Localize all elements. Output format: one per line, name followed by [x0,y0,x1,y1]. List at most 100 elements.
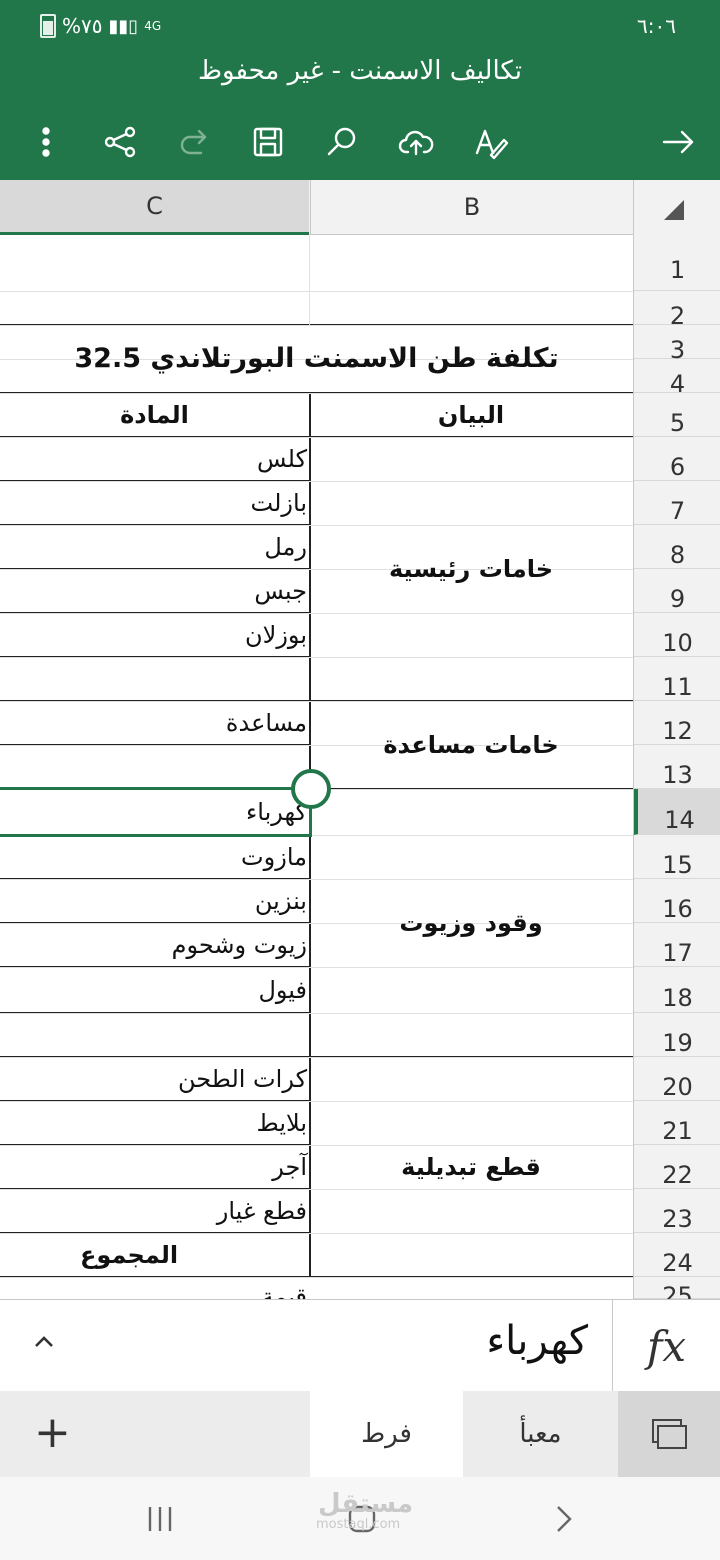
document-title: تكاليف الاسمنت - غير محفوظ [197,56,522,86]
group-label-fuel-oils[interactable]: وقود وزيوت [310,907,632,939]
row-header[interactable]: 13 [634,745,720,789]
grid-line [0,1057,633,1058]
grid-line [0,967,633,968]
cell-item[interactable]: بنزين [255,885,307,917]
row-header[interactable]: 19 [634,1013,720,1057]
grid-line [0,393,633,394]
watermark-logo: مستقل [318,1489,414,1519]
column-header-bar: C B [0,180,720,235]
grid-line [0,1013,633,1014]
fx-icon[interactable]: fx [612,1300,720,1392]
grid-line [0,1101,633,1102]
forward-arrow-icon[interactable] [656,120,700,164]
back-icon[interactable] [544,1499,584,1539]
group-label-spare-parts[interactable]: قطع تبديلية [310,1151,632,1183]
cell-item[interactable]: زيوت وشحوم [172,929,307,961]
row-header[interactable]: 11 [634,657,720,701]
selection-handle[interactable] [291,769,331,809]
status-bar: %٧٥ ▮▮▯ 4G ٦:٠٦ [0,0,720,52]
row-header[interactable]: 22 [634,1145,720,1189]
battery-level: %٧٥ [62,14,103,38]
more-icon[interactable] [24,120,68,164]
cell-item-partial[interactable]: قيمة .... [223,1283,307,1299]
row-header[interactable]: 23 [634,1189,720,1233]
edit-icon[interactable] [468,120,512,164]
cell-item[interactable]: بازلت [251,487,307,519]
row-header[interactable]: 12 [634,701,720,745]
selection-border [0,787,312,837]
row-header[interactable]: 18 [634,967,720,1013]
row-header[interactable]: 17 [634,923,720,967]
row-header[interactable]: 10 [634,613,720,657]
row-header[interactable]: 20 [634,1057,720,1101]
row-header[interactable]: 25 [634,1277,720,1308]
system-nav-bar: مستقل mostaql.com [0,1477,720,1560]
header-cell-c[interactable]: المادة [0,399,309,431]
sheet-tab-bar: + فرط معبأ [0,1391,720,1477]
tab-sheet-active[interactable]: فرط [310,1391,463,1477]
cell-item[interactable]: كرات الطحن [178,1063,307,1095]
row-header[interactable]: 8 [634,525,720,569]
total-label-cell[interactable]: المجموع [80,1239,178,1271]
cell-item[interactable]: كلس [257,443,307,475]
row-header-bar: 1 2 3 4 5 6 7 8 9 10 11 12 13 14 15 16 17 18 19 20 21 22 23 24 2… [633,234,720,1308]
sheet-title-cell[interactable]: تكلفة طن الاسمنت البورتلاندي 32.5 [0,343,633,375]
row-header[interactable]: 1 [634,234,720,291]
row-header[interactable]: 14 [634,789,720,835]
row-header[interactable]: 15 [634,835,720,879]
upload-icon[interactable] [394,120,438,164]
cell-item[interactable]: مازوت [241,841,307,873]
recent-apps-icon[interactable] [140,1499,180,1539]
cell-item[interactable]: جبس [254,575,307,607]
row-header[interactable]: 7 [634,481,720,525]
toolbar [0,110,720,170]
signal-icon: ▮▮▯ [108,15,139,37]
cell-item[interactable]: بوزلان [245,619,307,651]
spreadsheet-grid[interactable]: تكلفة طن الاسمنت البورتلاندي 32.5 البيان… [0,234,633,1299]
cell-item[interactable]: فطع غيار [217,1195,307,1227]
grid-line [0,701,633,702]
row-header[interactable]: 21 [634,1101,720,1145]
grid-line [0,1145,633,1146]
cell-item[interactable]: بلايط [257,1107,307,1139]
grid-line [0,481,633,482]
select-all-corner[interactable] [633,180,720,234]
formula-bar: كهرباء fx [0,1299,720,1393]
row-header[interactable]: 16 [634,879,720,923]
row-header[interactable]: 5 [634,393,720,437]
cell-item[interactable]: مساعدة [226,707,307,739]
network-type: 4G [144,19,162,33]
watermark-url: mostaql.com [316,1517,401,1532]
tab-sheet[interactable]: معبأ [463,1391,618,1477]
cell-item[interactable]: آجر [272,1151,307,1183]
grid-line [0,291,633,292]
column-header-c[interactable]: C [0,180,309,235]
grid-line [309,234,310,325]
row-header[interactable]: 3 [634,325,720,364]
redo-icon[interactable] [172,120,216,164]
save-icon[interactable] [246,120,290,164]
share-icon[interactable] [98,120,142,164]
row-header[interactable]: 9 [634,569,720,613]
add-sheet-button[interactable]: + [34,1411,71,1455]
grid-line [0,1233,633,1234]
status-time: ٦:٠٦ [637,14,676,38]
group-label-aux-materials[interactable]: خامات مساعدة [310,729,632,761]
grid-line [0,657,633,658]
grid-line [0,879,633,880]
column-header-b[interactable]: B [310,180,633,234]
chevron-up-icon[interactable] [32,1330,56,1354]
cell-item[interactable]: رمل [264,531,307,563]
row-header[interactable]: 2 [634,291,720,330]
row-header[interactable]: 4 [634,359,720,398]
sheets-list-icon[interactable] [618,1391,720,1477]
cell-item[interactable]: فيول [258,974,307,1006]
row-header[interactable]: 6 [634,437,720,481]
search-icon[interactable] [320,120,364,164]
group-label-main-materials[interactable]: خامات رئيسية [310,553,632,585]
grid-line [0,525,633,526]
row-header[interactable]: 24 [634,1233,720,1277]
app-header: %٧٥ ▮▮▯ 4G ٦:٠٦ تكاليف الاسمنت - غير محف… [0,0,720,180]
formula-input[interactable]: كهرباء [486,1318,588,1364]
header-cell-b[interactable]: البيان [310,399,632,431]
